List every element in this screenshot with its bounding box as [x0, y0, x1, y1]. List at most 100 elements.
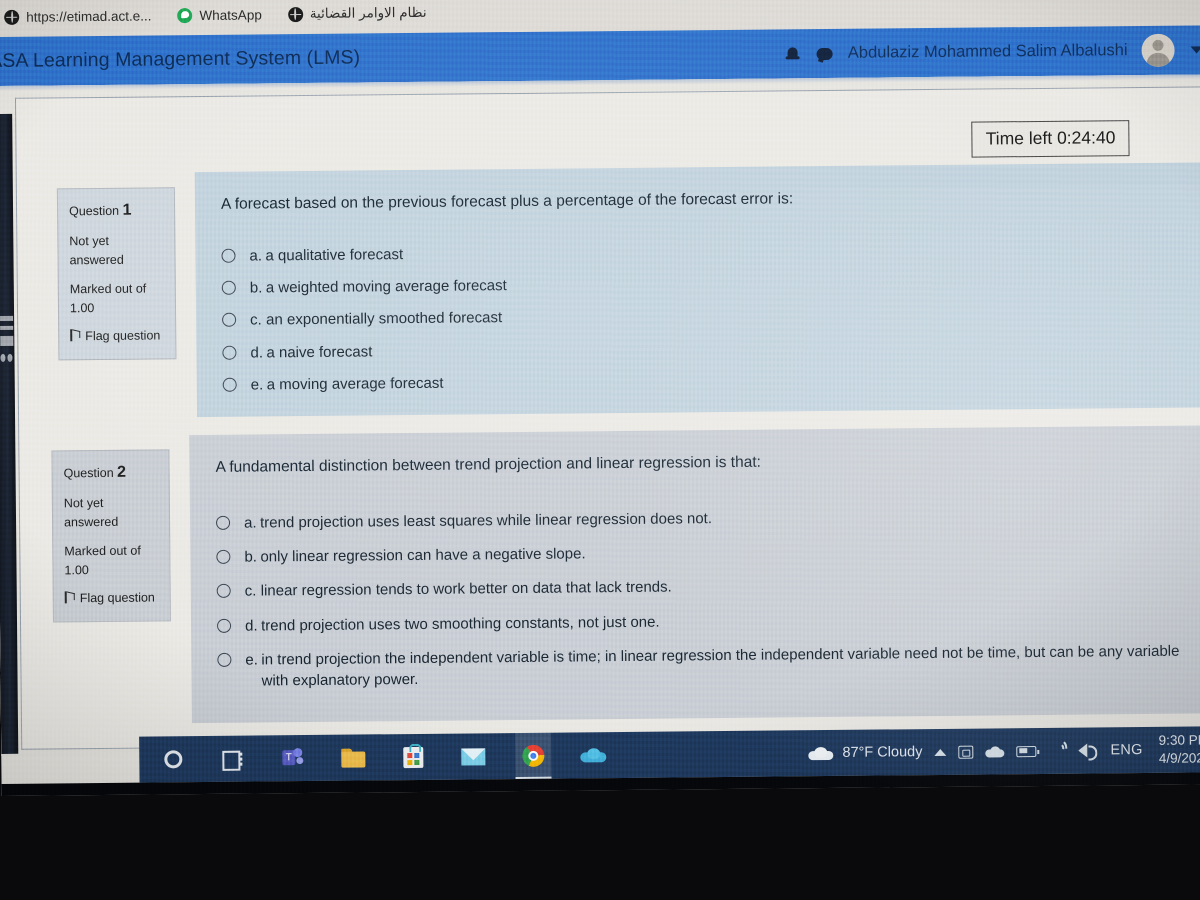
quiz-content-frame: Time left 0:24:40 Question 1 Not yet ans… [14, 86, 1200, 750]
taskbar-chrome[interactable] [515, 732, 552, 780]
option-letter: b. [244, 548, 257, 566]
answer-options: a. trend projection uses least squares w… [215, 503, 1194, 705]
microsoft-store-icon [403, 746, 424, 768]
onedrive-tray-icon[interactable] [985, 746, 1004, 757]
speaker-icon[interactable] [1078, 743, 1098, 758]
chevron-down-icon[interactable] [1190, 46, 1200, 54]
taskbar-file-explorer[interactable] [335, 734, 371, 780]
option-letter: b. [249, 279, 263, 297]
answer-option-a[interactable]: a. a qualitative forecast [221, 236, 1189, 267]
option-text: a moving average forecast [266, 374, 444, 394]
option-letter: e. [245, 651, 258, 669]
language-indicator[interactable]: ENG [1110, 742, 1142, 758]
option-letter: d. [250, 344, 264, 362]
mail-icon [461, 747, 486, 766]
answer-option-c[interactable]: c. linear regression tends to work bette… [216, 572, 1193, 603]
globe-icon [4, 9, 20, 25]
flag-question-button[interactable]: Flag question [65, 589, 161, 609]
radio-button[interactable] [217, 652, 232, 667]
radio-button[interactable] [215, 515, 231, 530]
taskbar-onedrive[interactable] [575, 732, 611, 778]
taskbar-system-tray: 87°F Cloudy ENG 9:30 PM 4/9/2022 [808, 731, 1200, 771]
cortana-icon [164, 750, 183, 769]
radio-button[interactable] [221, 280, 236, 295]
bell-icon[interactable] [784, 45, 802, 63]
weather-widget[interactable]: 87°F Cloudy [808, 744, 922, 761]
taskbar-cortana[interactable] [155, 736, 191, 782]
option-letter: e. [250, 376, 264, 394]
user-name[interactable]: Abdulaziz Mohammed Salim Albalushi [848, 41, 1128, 63]
bookmark-whatsapp[interactable]: WhatsApp [177, 6, 262, 23]
clock[interactable]: 9:30 PM 4/9/2022 [1159, 731, 1200, 768]
bookmark-etimad[interactable]: https://etimad.act.e... [4, 8, 152, 25]
question-block: Question 1 Not yet answered Marked out o… [29, 162, 1200, 418]
radio-button[interactable] [222, 377, 237, 392]
answer-option-c[interactable]: c. an exponentially smoothed forecast [222, 301, 1190, 332]
answer-option-d[interactable]: d. a naive forecast [222, 333, 1190, 364]
option-letter: a. [243, 514, 257, 532]
onedrive-icon [580, 748, 606, 762]
answer-option-b[interactable]: b. a weighted moving average forecast [221, 269, 1190, 300]
cloud-icon [808, 746, 833, 759]
flag-question-label: Flag question [79, 590, 155, 606]
radio-button[interactable] [216, 584, 231, 599]
option-letter: d. [244, 617, 258, 635]
wifi-icon[interactable] [1048, 744, 1066, 758]
avatar[interactable] [1141, 33, 1175, 67]
option-text: a qualitative forecast [265, 245, 404, 265]
question-block: Question 2 Not yet answered Marked out o… [27, 425, 1200, 724]
radio-button[interactable] [216, 549, 231, 564]
bookmark-label: نظام الاوامر القضائية [309, 4, 427, 21]
weather-text: 87°F Cloudy [842, 744, 923, 761]
flag-question-button[interactable]: Flag question [70, 327, 166, 347]
taskbar-microsoft-store[interactable] [395, 734, 431, 780]
option-text: only linear regression can have a negati… [260, 545, 586, 566]
answer-option-e[interactable]: e. in trend projection the independent v… [217, 640, 1193, 692]
flag-question-label: Flag question [85, 328, 161, 344]
question-text: A forecast based on the previous forecas… [220, 190, 794, 213]
device-icon[interactable] [958, 745, 974, 759]
option-text: a naive forecast [266, 342, 373, 361]
radio-button[interactable] [221, 248, 236, 263]
option-letter: c. [244, 582, 257, 600]
teams-icon [282, 748, 304, 768]
question-info-panel: Question 1 Not yet answered Marked out o… [56, 187, 177, 361]
question-state: Not yet answered [69, 233, 124, 268]
radio-button[interactable] [216, 618, 232, 633]
clock-date: 4/9/2022 [1158, 750, 1200, 766]
battery-icon[interactable] [1016, 745, 1037, 757]
answer-option-d[interactable]: d. trend projection uses two smoothing c… [216, 606, 1193, 637]
radio-button[interactable] [222, 345, 237, 360]
chrome-icon [522, 744, 545, 767]
taskbar-task-view[interactable] [215, 736, 251, 782]
question-info-panel: Question 2 Not yet answered Marked out o… [51, 449, 172, 623]
page-title: TASA Learning Management System (LMS) [0, 46, 361, 73]
answer-option-a[interactable]: a. trend projection uses least squares w… [215, 503, 1192, 534]
option-text: trend projection uses least squares whil… [259, 509, 713, 532]
radio-button[interactable] [222, 312, 237, 328]
option-text: an exponentially smoothed forecast [266, 309, 503, 329]
flag-icon [65, 592, 74, 604]
monitor-screen: https://etimad.act.e... WhatsApp نظام ال… [0, 0, 1200, 796]
clock-time: 9:30 PM [1158, 732, 1200, 748]
option-letter: a. [249, 247, 263, 265]
chevron-up-icon[interactable] [934, 748, 947, 756]
question-number: Question 1 [69, 201, 132, 219]
quiz-page: Time left 0:24:40 Question 1 Not yet ans… [0, 74, 1200, 756]
question-text: A fundamental distinction between trend … [215, 453, 762, 476]
bookmark-label: WhatsApp [199, 6, 262, 23]
answer-options: a. a qualitative forecast b. a weighted … [221, 236, 1191, 407]
taskbar-teams[interactable] [275, 735, 311, 781]
chat-icon[interactable] [816, 44, 834, 62]
screen-photo: https://etimad.act.e... WhatsApp نظام ال… [0, 0, 1200, 900]
bezel-reflection [0, 314, 15, 404]
question-body: A forecast based on the previous forecas… [194, 162, 1200, 418]
flag-icon [70, 329, 79, 341]
globe-icon [287, 6, 303, 22]
bookmark-judicial-orders[interactable]: نظام الاوامر القضائية [287, 4, 427, 22]
whatsapp-icon [177, 7, 193, 23]
taskbar-mail[interactable] [455, 733, 491, 779]
question-body: A fundamental distinction between trend … [189, 425, 1200, 724]
answer-option-e[interactable]: e. a moving average forecast [222, 365, 1191, 396]
answer-option-b[interactable]: b. only linear regression can have a neg… [216, 538, 1192, 569]
